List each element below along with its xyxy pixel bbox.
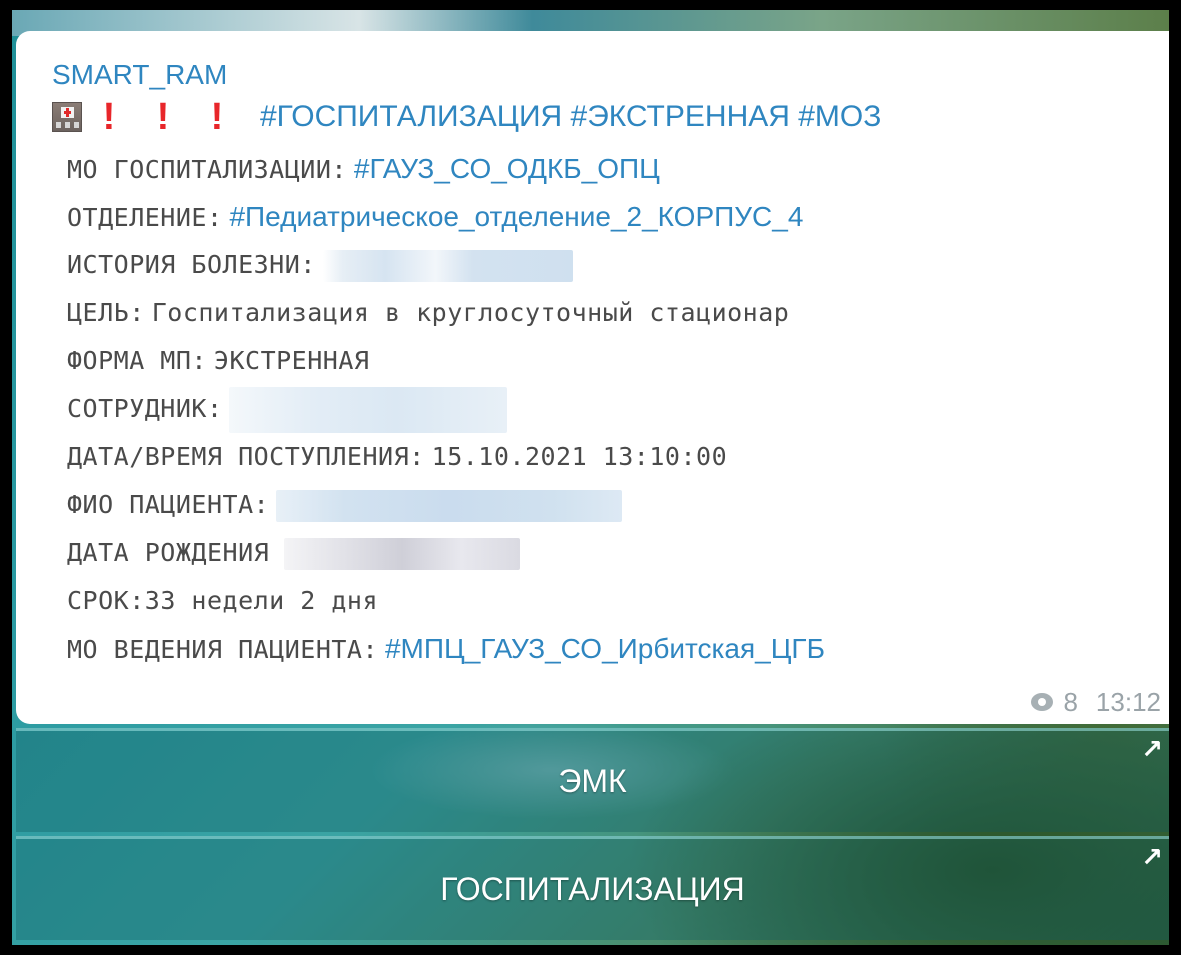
hospitalization-button[interactable]: ГОСПИТАЛИЗАЦИЯ ↗ bbox=[16, 836, 1169, 940]
field-mo-hospitalization: МО ГОСПИТАЛИЗАЦИИ: #ГАУЗ_СО_ОДКБ_ОПЦ bbox=[52, 145, 1147, 193]
field-arrival-datetime: ДАТА/ВРЕМЯ ПОСТУПЛЕНИЯ: 15.10.2021 13:10… bbox=[52, 433, 1147, 481]
field-label: МО ВЕДЕНИЯ ПАЦИЕНТА: bbox=[67, 635, 379, 664]
arrow-up-right-icon: ↗ bbox=[1141, 735, 1163, 765]
button-label: ЭМК bbox=[558, 763, 627, 799]
arrow-up-right-icon: ↗ bbox=[1141, 843, 1163, 873]
field-value: Госпитализация в круглосуточный стациона… bbox=[151, 298, 790, 327]
message-title-row: ! ! ! #ГОСПИТАЛИЗАЦИЯ #ЭКСТРЕННАЯ #МОЗ bbox=[52, 95, 1147, 139]
exclamation-icon: ! bbox=[156, 96, 170, 138]
field-department: ОТДЕЛЕНИЕ: #Педиатрическое_отделение_2_К… bbox=[52, 193, 1147, 241]
exclamation-icon: ! bbox=[210, 96, 224, 138]
field-value: 15.10.2021 13:10:00 bbox=[431, 442, 728, 471]
hashtag-link[interactable]: #МПЦ_ГАУЗ_СО_Ирбитская_ЦГБ bbox=[385, 633, 825, 664]
field-label: ЦЕЛЬ: bbox=[67, 298, 145, 327]
field-medical-history: ИСТОРИЯ БОЛЕЗНИ: bbox=[52, 241, 1147, 289]
redacted-value bbox=[322, 250, 573, 283]
field-label: ФИО ПАЦИЕНТА: bbox=[67, 490, 270, 519]
button-label: ГОСПИТАЛИЗАЦИЯ bbox=[440, 871, 745, 907]
field-label: ОТДЕЛЕНИЕ: bbox=[67, 203, 223, 232]
view-count: 8 bbox=[1063, 686, 1078, 717]
hashtag-link[interactable]: #ГАУЗ_СО_ОДКБ_ОПЦ bbox=[354, 153, 660, 184]
chat-background: SMART_RAM ! ! ! #ГОСПИТАЛИЗАЦИЯ #ЭКСТРЕН… bbox=[12, 10, 1169, 945]
exclamation-icon: ! bbox=[102, 96, 116, 138]
field-value: ЭКСТРЕННАЯ bbox=[213, 346, 370, 375]
field-label: ДАТА РОЖДЕНИЯ bbox=[67, 538, 270, 567]
emk-button[interactable]: ЭМК ↗ bbox=[16, 728, 1169, 832]
field-label: МО ГОСПИТАЛИЗАЦИИ: bbox=[67, 155, 347, 184]
field-employee: СОТРУДНИК: bbox=[52, 385, 1147, 434]
field-label: ФОРМА МП: bbox=[67, 346, 207, 375]
field-goal: ЦЕЛЬ: Госпитализация в круглосуточный ст… bbox=[52, 289, 1147, 337]
field-value: 33 недели 2 дня bbox=[144, 586, 379, 615]
eye-icon bbox=[1031, 693, 1054, 711]
message-meta: 8 13:12 bbox=[1031, 680, 1161, 724]
field-label: ИСТОРИЯ БОЛЕЗНИ: bbox=[67, 250, 316, 279]
hashtag-link[interactable]: #Педиатрическое_отделение_2_КОРПУС_4 bbox=[229, 201, 803, 232]
field-label: ДАТА/ВРЕМЯ ПОСТУПЛЕНИЯ: bbox=[67, 442, 425, 471]
redacted-value bbox=[284, 538, 521, 571]
message-bubble: SMART_RAM ! ! ! #ГОСПИТАЛИЗАЦИЯ #ЭКСТРЕН… bbox=[16, 31, 1169, 724]
field-term: СРОК:33 недели 2 дня bbox=[52, 577, 1147, 625]
sender-name[interactable]: SMART_RAM bbox=[52, 57, 1147, 93]
field-patient-name: ФИО ПАЦИЕНТА: bbox=[52, 481, 1147, 529]
field-care-form: ФОРМА МП: ЭКСТРЕННАЯ bbox=[52, 337, 1147, 385]
message-time: 13:12 bbox=[1095, 686, 1161, 717]
hashtag-links[interactable]: #ГОСПИТАЛИЗАЦИЯ #ЭКСТРЕННАЯ #МОЗ bbox=[260, 95, 881, 139]
field-label: СРОК: bbox=[67, 586, 145, 615]
hospital-icon bbox=[52, 102, 82, 132]
field-birth-date: ДАТА РОЖДЕНИЯ bbox=[52, 529, 1147, 577]
field-mo-lead: МО ВЕДЕНИЯ ПАЦИЕНТА: #МПЦ_ГАУЗ_СО_Ирбитс… bbox=[52, 625, 1147, 673]
redacted-value bbox=[276, 490, 623, 523]
field-label: СОТРУДНИК: bbox=[67, 394, 223, 423]
redacted-value bbox=[229, 387, 508, 434]
